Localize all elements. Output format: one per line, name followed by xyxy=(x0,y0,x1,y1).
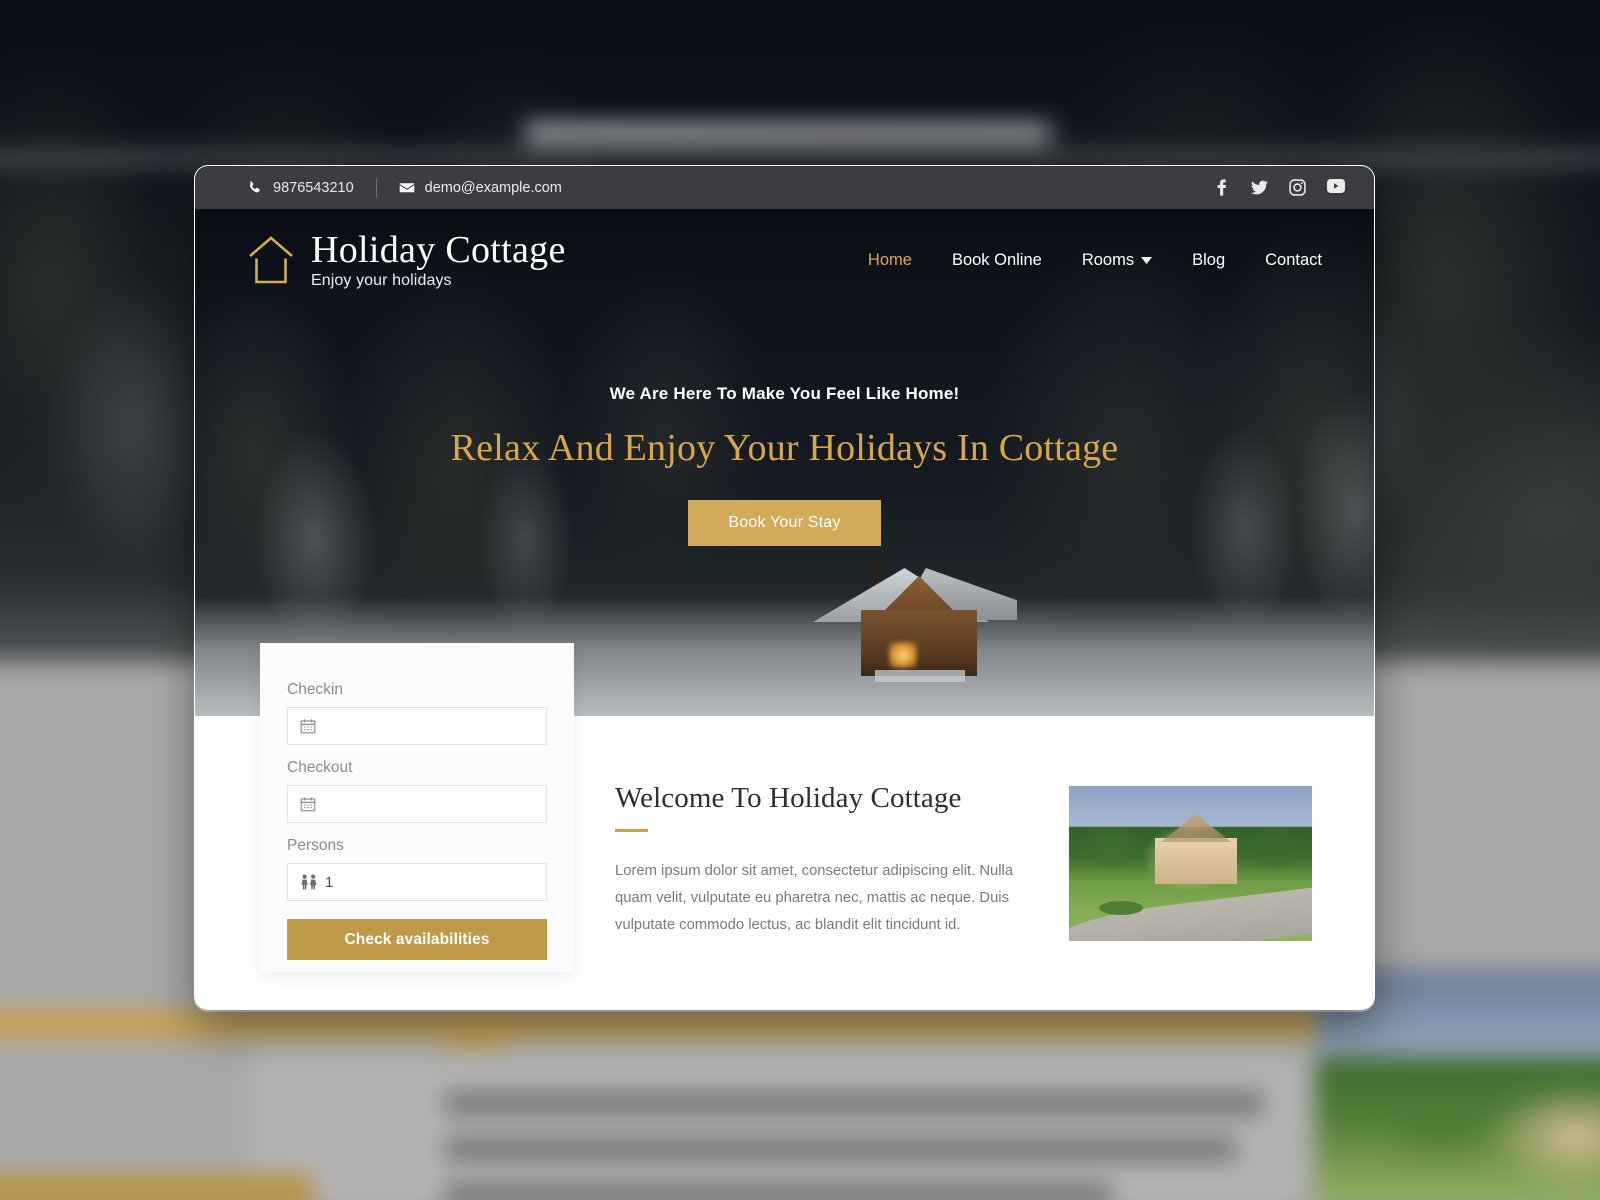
brand-logo[interactable]: Holiday Cottage Enjoy your holidays xyxy=(247,231,566,289)
welcome-text-column: Welcome To Holiday Cottage Lorem ipsum d… xyxy=(615,782,1035,940)
checkin-field-group: Checkin xyxy=(287,681,547,745)
nav-item-rooms[interactable]: Rooms xyxy=(1081,250,1153,270)
brand-title: Holiday Cottage xyxy=(311,229,566,271)
phone-icon xyxy=(247,180,263,196)
hero-subtitle: We Are Here To Make You Feel Like Home! xyxy=(609,384,960,403)
persons-icon xyxy=(300,874,317,890)
background-text-line xyxy=(445,1091,1263,1115)
hero-copy: We Are Here To Make You Feel Like Home! … xyxy=(195,384,1374,546)
welcome-image-house-roof xyxy=(1161,814,1231,842)
nav-label-contact: Contact xyxy=(1265,250,1322,269)
welcome-image-house-body xyxy=(1155,838,1237,884)
checkout-label: Checkout xyxy=(287,759,353,776)
background-left-gold-block xyxy=(0,1174,314,1200)
website-preview-card: 9876543210 demo@example.com Holiday Cott… xyxy=(194,165,1375,1010)
checkout-input[interactable] xyxy=(287,785,547,823)
nav-label-blog: Blog xyxy=(1192,250,1226,269)
nav-item-book-online[interactable]: Book Online xyxy=(952,251,1042,270)
cabin-lit-window xyxy=(889,642,917,668)
phone-contact[interactable]: 9876543210 xyxy=(247,180,354,196)
phone-number: 9876543210 xyxy=(273,179,354,196)
instagram-icon[interactable] xyxy=(1289,179,1306,196)
cabin-body xyxy=(861,610,977,676)
welcome-title-rule xyxy=(615,829,648,832)
persons-label: Persons xyxy=(287,837,344,854)
envelope-icon xyxy=(399,180,415,196)
welcome-house-image xyxy=(1069,786,1312,941)
checkout-field-group: Checkout xyxy=(287,759,547,823)
nav-menu: Home Book Online Rooms Blog Contact xyxy=(868,251,1322,270)
brand-text: Holiday Cottage Enjoy your holidays xyxy=(311,231,566,289)
nav-label-book-online: Book Online xyxy=(951,250,1042,269)
background-text-line xyxy=(445,1137,1236,1161)
hero-content: Holiday Cottage Enjoy your holidays Home… xyxy=(195,209,1374,546)
calendar-icon xyxy=(300,718,316,734)
background-small-gold-rule xyxy=(444,1034,504,1049)
book-your-stay-button[interactable]: Book Your Stay xyxy=(688,500,881,546)
email-address: demo@example.com xyxy=(424,179,562,196)
twitter-icon[interactable] xyxy=(1251,179,1268,196)
welcome-paragraph: Lorem ipsum dolor sit amet, consectetur … xyxy=(615,863,1014,934)
background-gray-divider xyxy=(0,150,1600,166)
nav-item-contact[interactable]: Contact xyxy=(1265,251,1322,270)
chevron-down-icon xyxy=(1141,256,1153,264)
welcome-image-bush xyxy=(1099,901,1143,915)
persons-value: 1 xyxy=(325,873,334,891)
youtube-icon[interactable] xyxy=(1327,179,1345,196)
background-ghost-heading xyxy=(525,121,1063,145)
email-contact[interactable]: demo@example.com xyxy=(399,180,562,196)
calendar-icon xyxy=(300,796,316,812)
checkin-label: Checkin xyxy=(287,681,343,698)
site-navbar: Holiday Cottage Enjoy your holidays Home… xyxy=(195,209,1374,289)
booking-availability-form: Checkin Checkout Persons 1 Check availab… xyxy=(260,643,574,972)
facebook-icon[interactable] xyxy=(1213,179,1230,196)
top-contact-bar: 9876543210 demo@example.com xyxy=(195,166,1374,209)
nav-label-home: Home xyxy=(867,250,912,269)
background-text-line xyxy=(445,1183,1111,1200)
house-outline-icon xyxy=(247,234,295,286)
persons-field-group: Persons 1 xyxy=(287,837,547,901)
brand-tagline: Enjoy your holidays xyxy=(311,272,452,289)
cabin-porch xyxy=(875,670,965,682)
checkin-input[interactable] xyxy=(287,707,547,745)
hero-cabin-illustration xyxy=(813,562,1017,682)
contact-separator xyxy=(375,177,377,198)
nav-item-home[interactable]: Home xyxy=(868,251,912,270)
background-content-block xyxy=(250,1037,1305,1200)
social-links xyxy=(1213,179,1345,196)
nav-label-rooms: Rooms xyxy=(1081,250,1135,269)
welcome-title: Welcome To Holiday Cottage xyxy=(615,782,962,814)
hero-section: Holiday Cottage Enjoy your holidays Home… xyxy=(195,209,1374,716)
check-availabilities-button[interactable]: Check availabilities xyxy=(287,919,547,960)
persons-input[interactable]: 1 xyxy=(287,863,547,901)
nav-item-blog[interactable]: Blog xyxy=(1192,251,1225,270)
hero-title: Relax And Enjoy Your Holidays In Cottage xyxy=(450,427,1119,469)
